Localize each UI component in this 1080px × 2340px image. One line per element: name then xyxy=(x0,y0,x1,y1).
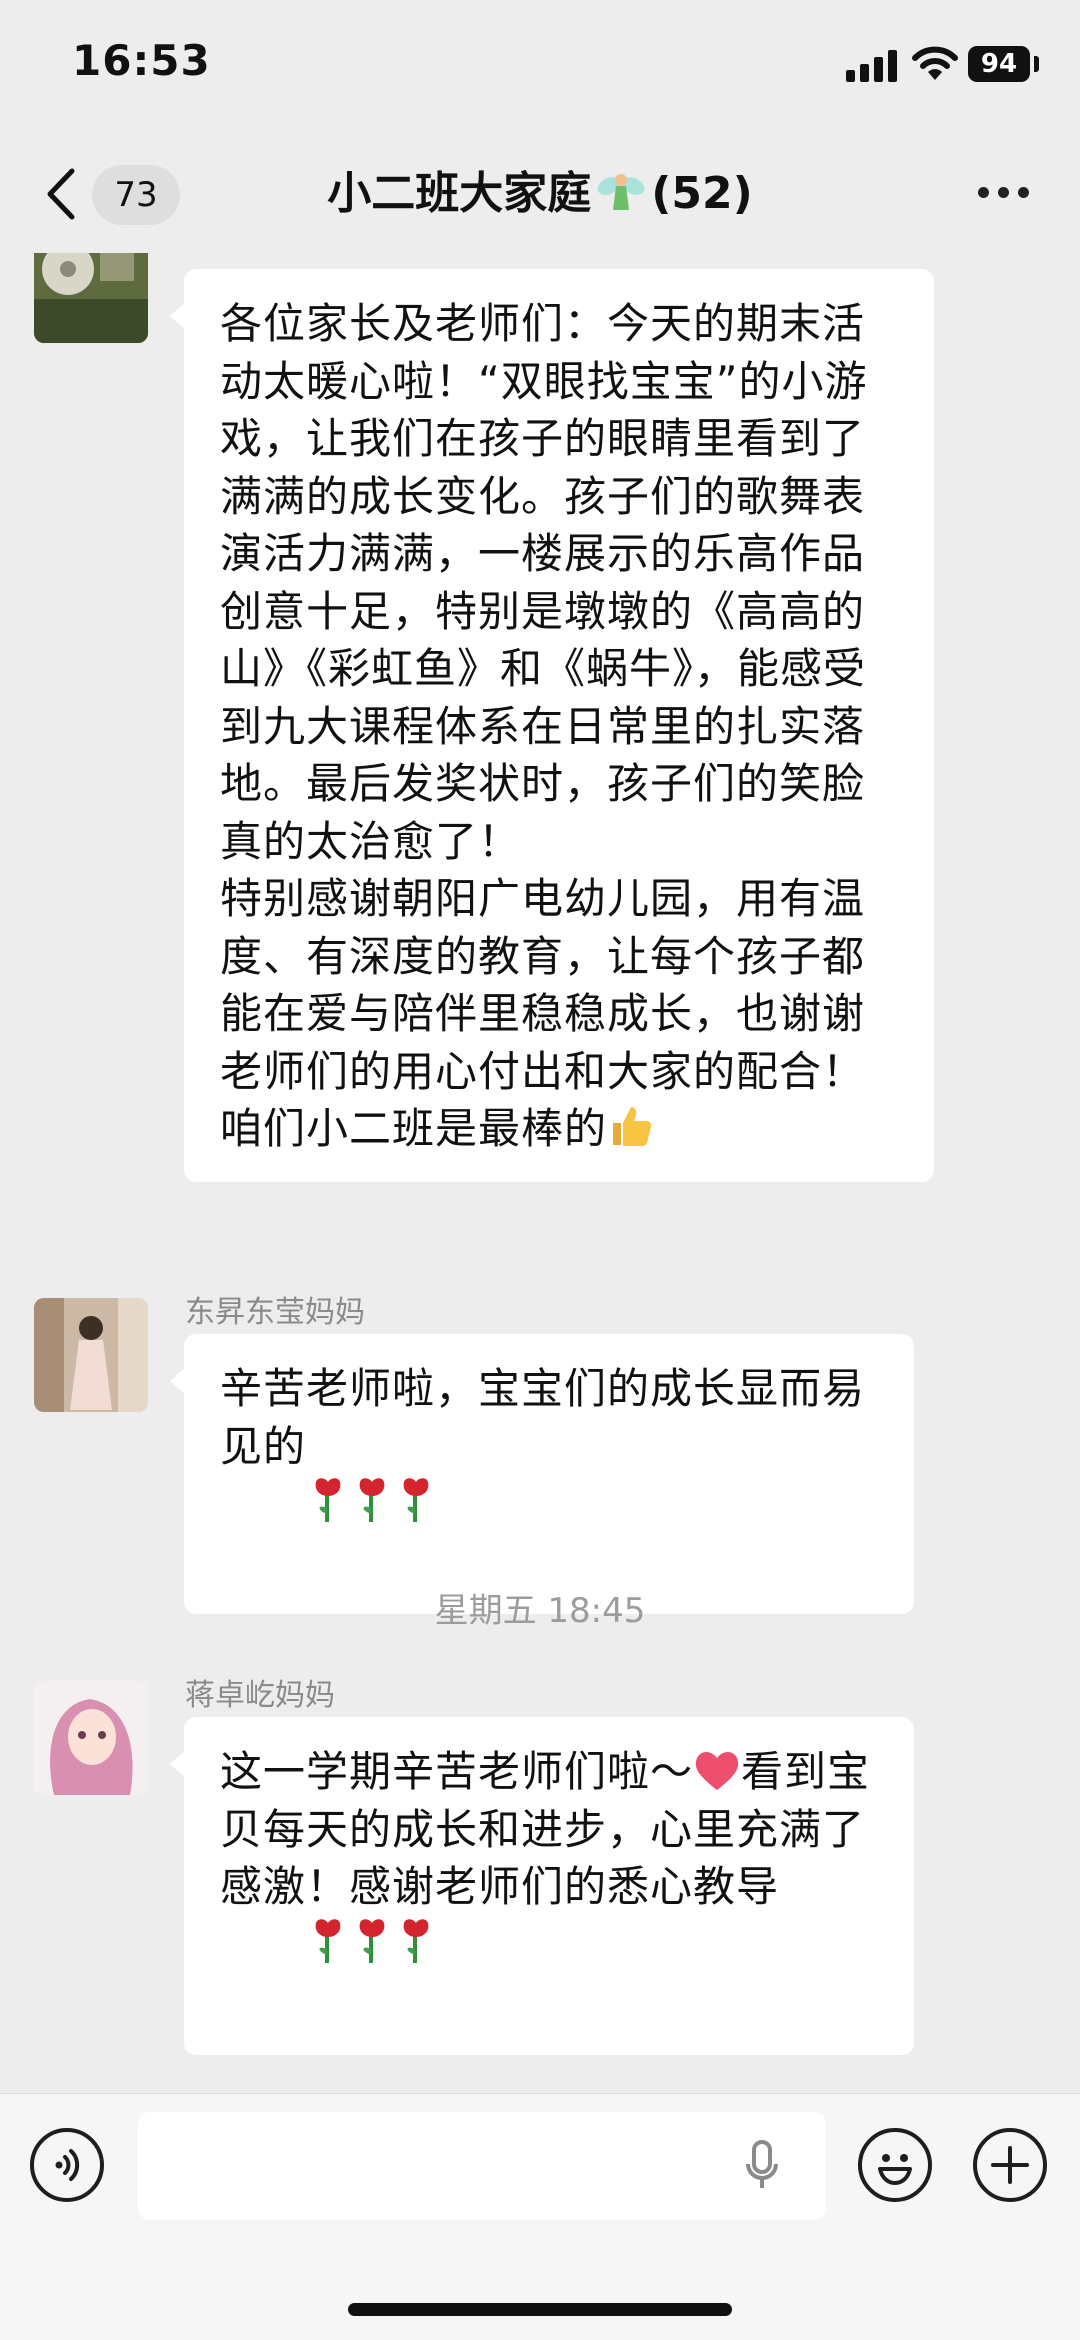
status-time: 16:53 xyxy=(72,36,211,85)
status-bar: 16:53 94 xyxy=(0,0,1080,135)
rose-emoji-group xyxy=(220,1478,438,1586)
avatar-image xyxy=(34,1681,148,1795)
emoji-button[interactable] xyxy=(858,2128,932,2202)
rose-icon xyxy=(315,1478,341,1522)
voice-toggle-button[interactable] xyxy=(30,2128,104,2202)
message-bubble[interactable]: 这一学期辛苦老师们啦～ 看到宝贝每天的成长和进步，心里充满了感激！感谢老师们的悉心… xyxy=(170,1717,914,2055)
rose-icon xyxy=(315,1918,341,1963)
group-name: 小二班大家庭 xyxy=(327,168,592,219)
sender-name: 蒋卓屹妈妈 xyxy=(185,1678,335,1713)
message-text: 各位家长及老师们：今天的期末活动太暖心啦！“双眼找宝宝”的小游戏，让我们在孩子的… xyxy=(220,299,868,1153)
rose-emoji-group xyxy=(220,1918,438,2027)
battery-indicator: 94 xyxy=(968,46,1030,82)
rose-icon xyxy=(403,1478,429,1522)
sender-name: 东昇东莹妈妈 xyxy=(185,1295,365,1330)
rose-icon xyxy=(359,1918,385,1963)
avatar-image xyxy=(34,253,148,343)
battery-cap xyxy=(1034,56,1039,72)
mic-icon[interactable] xyxy=(742,2138,782,2194)
avatar[interactable] xyxy=(34,1298,148,1412)
home-indicator[interactable] xyxy=(348,2303,732,2316)
message-bubble[interactable]: 辛苦老师啦，宝宝们的成长显而易见的 xyxy=(170,1334,914,1614)
more-actions-button[interactable] xyxy=(973,2128,1047,2202)
message-text: 辛苦老师啦，宝宝们的成长显而易见的 xyxy=(220,1364,866,1471)
avatar[interactable] xyxy=(34,1681,148,1795)
rose-icon xyxy=(359,1478,385,1522)
fairy-emoji-icon xyxy=(597,174,645,210)
group-title[interactable]: 小二班大家庭 (52) xyxy=(0,159,1080,229)
heart-icon xyxy=(695,1752,739,1790)
rose-icon xyxy=(403,1918,429,1963)
emoji-icon xyxy=(878,2154,912,2185)
message-text-part-1: 这一学期辛苦老师们啦～ xyxy=(220,1747,694,1796)
avatar-image xyxy=(34,1298,148,1412)
chat-header: 73 小二班大家庭 (52) xyxy=(0,135,1080,253)
message-bubble[interactable]: 各位家长及老师们：今天的期末活动太暖心啦！“双眼找宝宝”的小游戏，让我们在孩子的… xyxy=(170,269,934,1182)
avatar[interactable] xyxy=(34,253,148,343)
thumbs-up-icon xyxy=(613,1107,652,1146)
plus-icon xyxy=(991,2146,1029,2184)
wifi-icon xyxy=(912,46,958,80)
member-count: (52) xyxy=(651,168,753,219)
signal-icon xyxy=(846,50,898,82)
message-input[interactable] xyxy=(138,2112,826,2220)
voice-icon xyxy=(55,2149,80,2181)
timestamp: 星期五 18:45 xyxy=(434,1591,646,1631)
more-options-icon[interactable] xyxy=(978,187,1030,203)
message-list[interactable]: 各位家长及老师们：今天的期末活动太暖心啦！“双眼找宝宝”的小游戏，让我们在孩子的… xyxy=(0,253,1080,2093)
